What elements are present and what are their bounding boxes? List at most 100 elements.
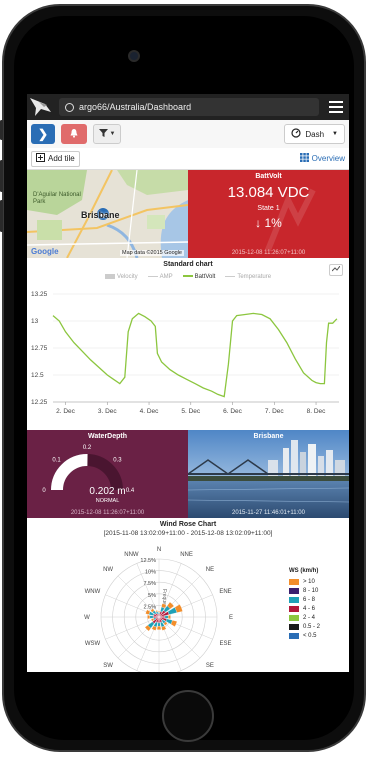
direction-label: N bbox=[157, 547, 161, 553]
direction-label: ENE bbox=[219, 589, 231, 595]
dash-label: Dash bbox=[305, 129, 325, 139]
tile-row-1: D'Aguilar National Park Brisbane Google … bbox=[27, 170, 349, 258]
legend-item-velocity[interactable]: Velocity bbox=[104, 274, 138, 280]
x-tick-label: 5. Dec bbox=[181, 408, 201, 415]
filter-icon bbox=[98, 129, 108, 139]
direction-label: ESE bbox=[220, 641, 232, 647]
rose-petal-segment bbox=[147, 615, 150, 619]
battvolt-watermark bbox=[265, 188, 316, 252]
x-tick-label: 4. Dec bbox=[140, 408, 160, 415]
phone-screen: argo66/Australia/Dashboard ❯ ▼ Dash ▼ Ad… bbox=[27, 94, 349, 672]
grid-icon bbox=[299, 153, 309, 164]
direction-label: NNW bbox=[124, 552, 139, 558]
bell-icon bbox=[69, 128, 79, 141]
google-logo: Google bbox=[31, 247, 59, 256]
browser-bar: argo66/Australia/Dashboard bbox=[27, 94, 349, 120]
legend-swatch bbox=[289, 623, 299, 630]
photo-timestamp: 2015-11-27 11:46:01+11:00 bbox=[232, 510, 305, 516]
alarm-button[interactable] bbox=[61, 124, 87, 144]
rose-petal-segment bbox=[168, 615, 171, 619]
expand-button[interactable]: ❯ bbox=[31, 124, 55, 144]
wind-legend-item[interactable]: < 0.5 bbox=[289, 631, 320, 640]
filter-button[interactable]: ▼ bbox=[93, 124, 121, 144]
ring-label: 5% bbox=[148, 593, 156, 599]
direction-label: NNE bbox=[180, 552, 193, 558]
wind-legend-item[interactable]: 4 - 6 bbox=[289, 604, 320, 613]
gauge-tick-label: 0.3 bbox=[113, 458, 122, 464]
add-tile-icon bbox=[36, 153, 45, 164]
direction-label: SE bbox=[206, 663, 214, 669]
map-tile[interactable]: D'Aguilar National Park Brisbane Google … bbox=[27, 170, 188, 258]
direction-label: WSW bbox=[85, 641, 101, 647]
series-line-battvolt bbox=[52, 312, 338, 398]
legend-item-amp[interactable]: AMP bbox=[147, 274, 173, 280]
waterdepth-value: 0.202 m bbox=[89, 486, 126, 497]
hamburger-icon bbox=[329, 101, 343, 103]
app-logo-icon[interactable] bbox=[27, 94, 55, 120]
mute-switch bbox=[0, 120, 3, 140]
x-tick-label: 7. Dec bbox=[265, 408, 285, 415]
direction-label: SW bbox=[103, 663, 113, 669]
y-tick-label: 12.75 bbox=[31, 345, 48, 352]
x-tick-label: 8. Dec bbox=[307, 408, 327, 415]
chart-menu-button[interactable] bbox=[329, 264, 343, 276]
y-tick-label: 13.25 bbox=[31, 291, 48, 298]
chart-legend: Velocity AMP BattVolt Temperature bbox=[27, 274, 349, 280]
direction-label: WNW bbox=[85, 589, 101, 595]
chevron-down-icon: ▼ bbox=[109, 131, 116, 137]
y-tick-label: 12.5 bbox=[31, 372, 44, 379]
overview-link[interactable]: Overview bbox=[299, 153, 345, 164]
legend-swatch bbox=[289, 587, 299, 594]
x-tick-label: 6. Dec bbox=[223, 408, 243, 415]
x-tick-label: 3. Dec bbox=[98, 408, 118, 415]
url-field[interactable]: argo66/Australia/Dashboard bbox=[59, 98, 319, 116]
rose-petal-segment bbox=[157, 622, 161, 627]
legend-swatch bbox=[289, 614, 299, 621]
battvolt-tile[interactable]: BattVolt 13.084 VDC State 1 ↓ 1% 2015-12… bbox=[188, 170, 349, 258]
brisbane-photo-tile[interactable]: Brisbane 2015-11-27 11:46:01+11:00 bbox=[188, 430, 349, 518]
wind-legend-item[interactable]: 6 - 8 bbox=[289, 595, 320, 604]
legend-swatch bbox=[289, 632, 299, 639]
legend-label: > 10 bbox=[303, 578, 315, 585]
y-tick-label: 13 bbox=[31, 318, 39, 325]
legend-label: 4 - 6 bbox=[303, 605, 316, 612]
legend-label: 0.5 - 2 bbox=[303, 623, 321, 630]
add-tile-button[interactable]: Add tile bbox=[31, 150, 80, 167]
ring-label: 12.5% bbox=[140, 558, 156, 564]
wind-legend-item[interactable]: 8 - 10 bbox=[289, 586, 320, 595]
ring-label: 10% bbox=[145, 570, 156, 576]
y-tick-label: 12.25 bbox=[31, 399, 48, 406]
standard-chart-panel: Standard chart Velocity AMP BattVolt Tem… bbox=[27, 258, 349, 430]
legend-item-battvolt[interactable]: BattVolt bbox=[182, 274, 215, 280]
line-chart: 12.25 12.5 12.75 13 13.25 2. Dec 3. Dec 4. Dec 5… bbox=[31, 291, 339, 415]
direction-label: NW bbox=[103, 567, 113, 573]
wind-legend-item[interactable]: > 10 bbox=[289, 577, 320, 586]
map-label-city: Brisbane bbox=[81, 210, 120, 220]
dash-dropdown[interactable]: Dash ▼ bbox=[284, 124, 345, 144]
gauge-tick-label: 0.2 bbox=[83, 445, 92, 451]
home-button[interactable] bbox=[162, 690, 214, 742]
dashboard-toolbar: ❯ ▼ Dash ▼ bbox=[27, 120, 349, 148]
map-attribution: Map data ©2015 Google bbox=[119, 250, 184, 256]
legend-label: 2 - 4 bbox=[303, 614, 316, 621]
rose-petal-segment bbox=[164, 615, 169, 619]
legend-item-temperature[interactable]: Temperature bbox=[225, 274, 271, 280]
menu-button[interactable] bbox=[323, 94, 349, 120]
x-tick-label: 2. Dec bbox=[56, 408, 76, 415]
legend-label: 8 - 10 bbox=[303, 587, 319, 594]
wind-legend-item[interactable]: 2 - 4 bbox=[289, 613, 320, 622]
rose-petal-segment bbox=[158, 612, 160, 615]
photo-title: Brisbane bbox=[253, 433, 284, 440]
legend-label: 6 - 8 bbox=[303, 596, 316, 603]
chevron-right-icon: ❯ bbox=[37, 127, 49, 141]
wind-legend-item[interactable]: 0.5 - 2 bbox=[289, 622, 320, 631]
waterdepth-status: NORMAL bbox=[95, 498, 120, 504]
waterdepth-tile[interactable]: WaterDepth 0 0.1 0.2 0.3 0.4 0.202 m NORMAL … bbox=[27, 430, 188, 518]
ring-label: 2.5% bbox=[143, 604, 156, 610]
chart-line-icon bbox=[331, 265, 341, 274]
tile-row-2: WaterDepth 0 0.1 0.2 0.3 0.4 0.202 m NORMAL … bbox=[27, 430, 349, 518]
direction-label: NE bbox=[206, 567, 214, 573]
rose-petal-segment bbox=[157, 611, 161, 613]
rose-petal-segment bbox=[149, 615, 154, 619]
map-label-park: D'Aguilar National Park bbox=[33, 192, 81, 205]
